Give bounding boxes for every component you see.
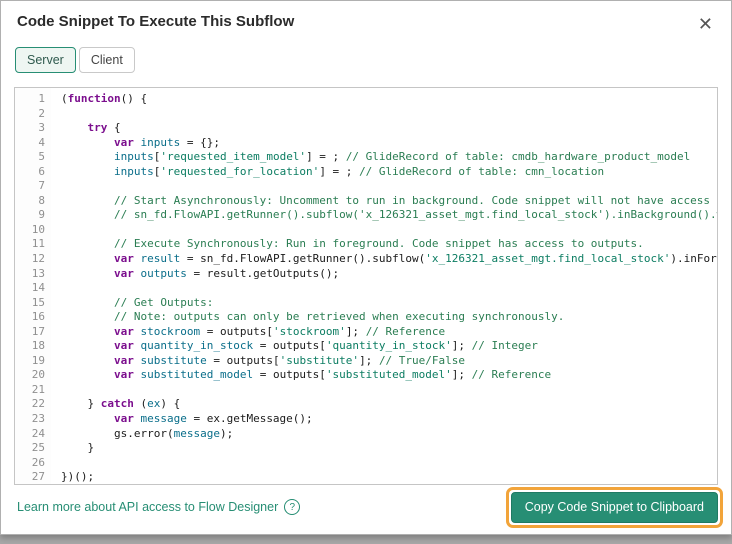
highlight-annotation: Copy Code Snippet to Clipboard	[505, 486, 723, 528]
line-number: 27	[31, 470, 45, 484]
line-number: 6	[38, 164, 45, 178]
code-snippet-modal: Code Snippet To Execute This Subflow ✕ S…	[0, 0, 732, 535]
code-line: var quantity_in_stock = outputs['quantit…	[113, 339, 538, 353]
line-number: 22	[31, 397, 45, 411]
tab-server[interactable]: Server	[15, 47, 76, 73]
line-number: 21	[31, 382, 45, 396]
line-number: 13	[31, 266, 45, 280]
line-number: 15	[31, 295, 45, 309]
learn-more-label: Learn more about API access to Flow Desi…	[17, 500, 279, 514]
line-number: 5	[38, 150, 45, 164]
code-line: gs.error(message);	[61, 426, 234, 440]
code-line: try {	[87, 121, 121, 135]
line-number: 8	[38, 193, 45, 207]
line-number: 25	[31, 441, 45, 455]
line-numbers: 1 2 3 4 5 6 7 8 9 10 11 12 13 14 15 16 17 18 19 20 21 22 23 24 2…	[15, 88, 51, 484]
line-number: 7	[38, 179, 45, 193]
line-number: 10	[31, 222, 45, 236]
line-number: 23	[31, 412, 45, 426]
line-number: 1	[38, 92, 45, 105]
line-number: 2	[38, 106, 45, 120]
line-number: 14	[31, 281, 45, 295]
copy-code-snippet-button[interactable]: Copy Code Snippet to Clipboard	[510, 491, 718, 523]
code-line: (function() {	[61, 92, 148, 105]
line-number: 16	[31, 310, 45, 324]
modal-header: Code Snippet To Execute This Subflow ✕	[1, 1, 731, 43]
code-line: var substitute = outputs['substitute']; …	[113, 353, 466, 367]
code-line: inputs['requested_for_location'] = ; // …	[113, 164, 605, 178]
line-number: 17	[31, 324, 45, 338]
line-number: 18	[31, 339, 45, 353]
code-line: // Note: outputs can only be retrieved w…	[113, 310, 565, 324]
code-line: var outputs = result.getOutputs();	[113, 266, 340, 280]
close-button[interactable]: ✕	[694, 13, 717, 35]
line-number: 12	[31, 252, 45, 266]
code-line: // sn_fd.FlowAPI.getRunner().subflow('x_…	[113, 208, 717, 222]
code-line: inputs['requested_item_model'] = ; // Gl…	[113, 150, 691, 164]
code-line: var message = ex.getMessage();	[113, 412, 313, 426]
learn-more-link[interactable]: Learn more about API access to Flow Desi…	[17, 499, 301, 515]
code-line: var result = sn_fd.FlowAPI.getRunner().s…	[113, 252, 717, 266]
code-line: // Get Outputs:	[113, 295, 214, 309]
line-number: 11	[31, 237, 45, 251]
code-editor[interactable]: 1 2 3 4 5 6 7 8 9 10 11 12 13 14 15 16 17 18 19 20 21 22 23 24 2…	[14, 87, 718, 485]
line-number: 20	[31, 368, 45, 382]
code-lines[interactable]: (function() { try { var inputs = {}; inp…	[51, 88, 717, 484]
close-icon: ✕	[697, 14, 713, 34]
modal-footer: Learn more about API access to Flow Desi…	[1, 485, 731, 529]
code-line: // Execute Synchronously: Run in foregro…	[113, 237, 644, 251]
tab-client[interactable]: Client	[78, 47, 135, 73]
code-line: var inputs = {};	[113, 135, 220, 149]
line-number: 24	[31, 426, 45, 440]
code-line: }	[61, 441, 95, 455]
tab-bar: Server Client	[1, 43, 731, 73]
code-line: // Start Asynchronously: Uncomment to ru…	[113, 193, 717, 207]
code-line: var substituted_model = outputs['substit…	[113, 368, 552, 382]
line-number: 3	[38, 121, 45, 135]
line-number: 9	[38, 208, 45, 222]
code-line: })();	[61, 470, 95, 484]
modal-title: Code Snippet To Execute This Subflow	[17, 13, 295, 30]
code-line: } catch (ex) {	[61, 397, 181, 411]
help-icon[interactable]: ?	[284, 499, 301, 515]
code-line: var stockroom = outputs['stockroom']; //…	[113, 324, 446, 338]
line-number: 26	[31, 455, 45, 469]
line-number: 4	[38, 135, 45, 149]
line-number: 19	[31, 353, 45, 367]
